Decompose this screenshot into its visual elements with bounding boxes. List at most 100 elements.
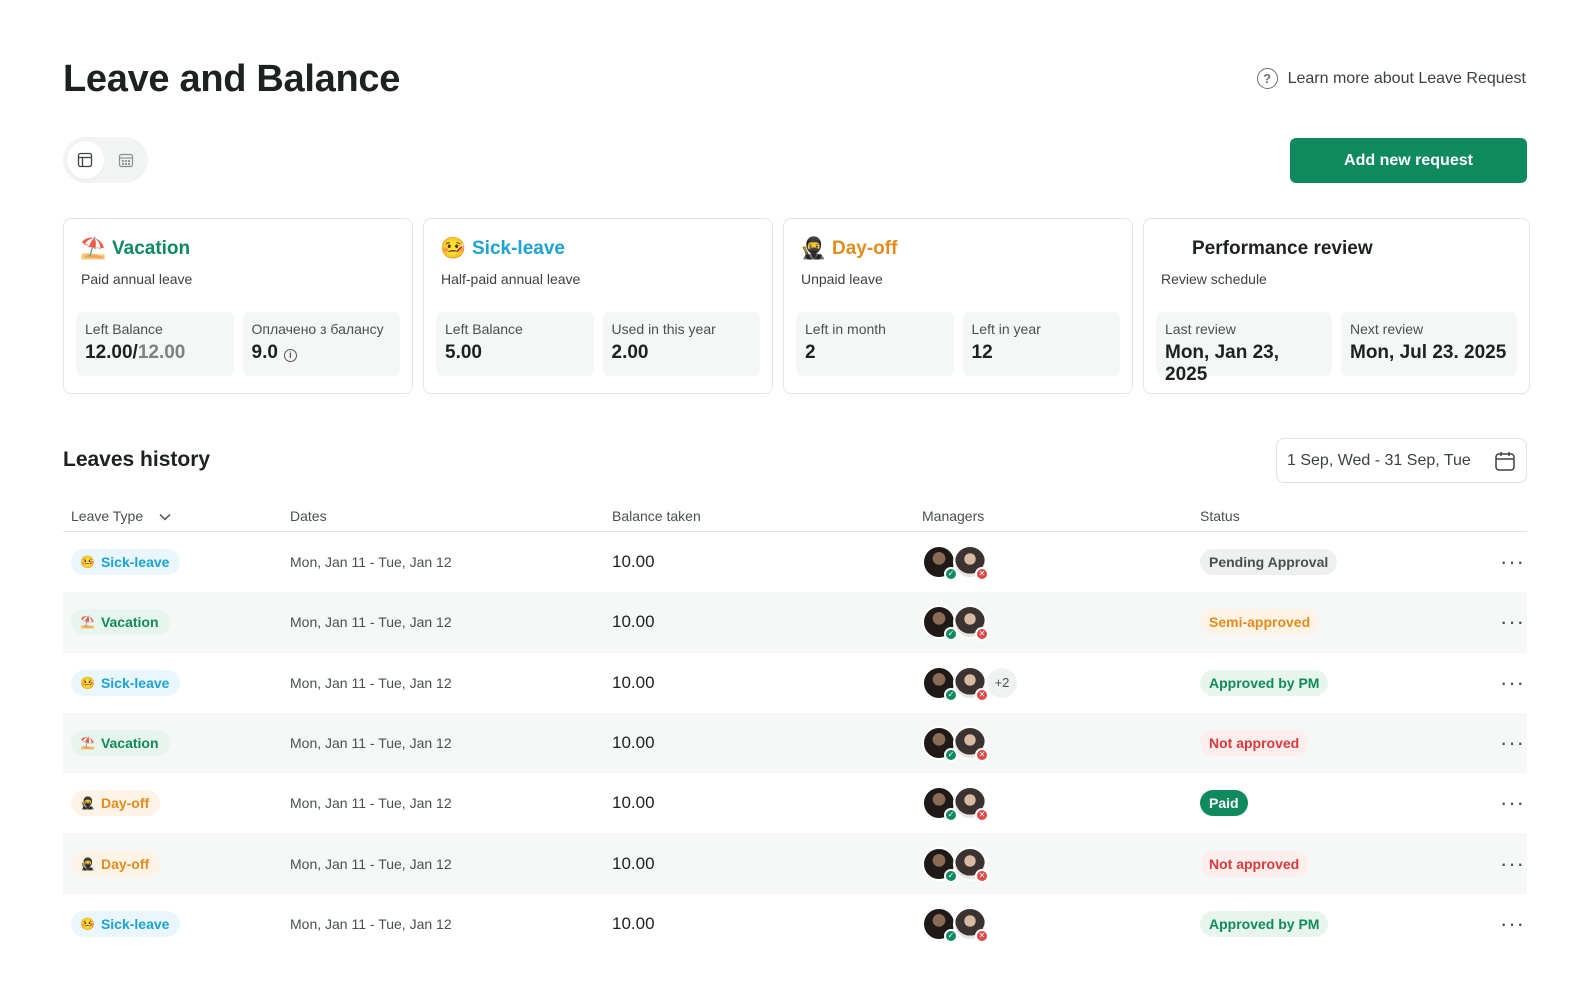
stat-label: Left in year	[971, 321, 1041, 337]
more-horizontal-icon[interactable]: ···	[1500, 792, 1525, 814]
date-range-picker[interactable]: 1 Sep, Wed - 31 Sep, Tue	[1276, 438, 1527, 483]
table-row[interactable]: 🥷 Day-off Mon, Jan 11 - Tue, Jan 12 10.00 ✓ ✕…	[63, 773, 1527, 833]
leave-type-label: Vacation	[100, 614, 159, 631]
column-status: Status	[1200, 507, 1240, 524]
more-horizontal-icon[interactable]: ···	[1500, 611, 1525, 633]
manager-avatars[interactable]: ✓ ✕ +2	[922, 665, 1200, 702]
row-actions: ···	[1487, 551, 1527, 573]
more-managers-count[interactable]: +2	[985, 665, 1019, 700]
leave-type-label: Day-off	[100, 855, 150, 872]
stat-paid-from-balance: Оплачено з балансу 9.0 i	[242, 312, 400, 376]
leave-type-cell: 🥷 Day-off	[63, 850, 290, 877]
stat-value: 12	[971, 342, 993, 363]
dates-cell: Mon, Jan 11 - Tue, Jan 12	[290, 855, 452, 872]
row-actions: ···	[1487, 732, 1527, 754]
table-row[interactable]: 🤒 Sick-leave Mon, Jan 11 - Tue, Jan 12 10.0…	[63, 894, 1527, 954]
stat-left-in-year: Left in year 12	[962, 312, 1120, 376]
ninja-icon: 🥷	[800, 237, 827, 260]
status-badge: Paid	[1200, 790, 1248, 817]
leave-type-cell: 🤒 Sick-leave	[63, 669, 290, 696]
day-off-card[interactable]: 🥷 Day-off Unpaid leave Left in month 2 L…	[783, 218, 1133, 394]
info-icon[interactable]: i	[283, 348, 297, 362]
leave-cards: ⛱️ Vacation Paid annual leave Left Balan…	[63, 218, 1530, 394]
stat-value: 5.00	[445, 342, 482, 363]
row-actions: ···	[1487, 611, 1527, 633]
more-horizontal-icon[interactable]: ···	[1500, 912, 1525, 934]
avatar: ✓	[922, 786, 958, 823]
close-icon: ✕	[975, 567, 989, 582]
managers-cell: ✓ ✕	[922, 545, 1200, 582]
manager-avatars[interactable]: ✓ ✕	[922, 906, 1200, 943]
card-stats: Last review Mon, Jan 23, 2025 Next revie…	[1156, 312, 1517, 385]
card-title: Performance review	[1156, 235, 1517, 263]
beach-umbrella-icon: ⛱️	[80, 736, 95, 751]
manager-avatars[interactable]: ✓ ✕	[922, 726, 1200, 763]
chevron-down-icon	[159, 513, 171, 521]
table-row[interactable]: 🤒 Sick-leave Mon, Jan 11 - Tue, Jan 12 10.0…	[63, 653, 1527, 713]
close-icon: ✕	[975, 627, 989, 642]
more-horizontal-icon[interactable]: ···	[1500, 732, 1525, 754]
vacation-card[interactable]: ⛱️ Vacation Paid annual leave Left Balan…	[63, 218, 413, 394]
stat-label: Next review	[1350, 321, 1424, 337]
manager-avatars[interactable]: ✓ ✕	[922, 545, 1200, 582]
beach-umbrella-icon: ⛱️	[80, 615, 95, 630]
card-title: 🤒 Sick-leave	[436, 235, 760, 263]
table-view-button[interactable]	[67, 141, 104, 179]
leave-type-label: Sick-leave	[100, 554, 170, 571]
learn-more-link[interactable]: ? Learn more about Leave Request	[1256, 68, 1526, 89]
close-icon: ✕	[975, 928, 989, 943]
status-cell: Semi-approved	[1200, 609, 1487, 636]
stat-left-balance: Left Balance 5.00	[436, 312, 594, 376]
balance-cell: 10.00	[612, 913, 655, 933]
manager-avatars[interactable]: ✓ ✕	[922, 846, 1200, 883]
table-row[interactable]: 🤒 Sick-leave Mon, Jan 11 - Tue, Jan 12 10.0…	[63, 532, 1527, 592]
dates-cell: Mon, Jan 11 - Tue, Jan 12	[290, 795, 452, 812]
managers-cell: ✓ ✕	[922, 786, 1200, 823]
table-row[interactable]: 🥷 Day-off Mon, Jan 11 - Tue, Jan 12 10.00 ✓ ✕…	[63, 833, 1527, 894]
card-subtitle: Review schedule	[1161, 271, 1267, 287]
table-body: 🤒 Sick-leave Mon, Jan 11 - Tue, Jan 12 10.0…	[63, 532, 1527, 954]
beach-umbrella-icon: ⛱️	[80, 237, 107, 260]
card-title-label: Performance review	[1192, 238, 1373, 259]
row-actions: ···	[1487, 792, 1527, 814]
row-actions: ···	[1487, 671, 1527, 693]
sick-leave-card[interactable]: 🤒 Sick-leave Half-paid annual leave Left…	[423, 218, 773, 394]
stat-label: Оплачено з балансу	[251, 321, 384, 337]
table-row[interactable]: ⛱️ Vacation Mon, Jan 11 - Tue, Jan 12 10.00…	[63, 592, 1527, 653]
leave-type-label: Vacation	[100, 735, 159, 752]
row-actions: ···	[1487, 852, 1527, 874]
add-new-request-button[interactable]: Add new request	[1290, 138, 1527, 183]
avatar: ✕	[953, 906, 989, 943]
table-row[interactable]: ⛱️ Vacation Mon, Jan 11 - Tue, Jan 12 10.00…	[63, 712, 1527, 774]
status-cell: Not approved	[1200, 850, 1487, 877]
manager-avatars[interactable]: ✓ ✕	[922, 605, 1200, 642]
leave-type-cell: 🤒 Sick-leave	[63, 910, 290, 937]
balance-cell: 10.00	[612, 672, 655, 692]
performance-review-card[interactable]: Performance review Review schedule Last …	[1143, 218, 1530, 394]
avatar: ✓	[922, 665, 958, 702]
leave-type-badge: ⛱️ Vacation	[71, 730, 170, 757]
leave-type-badge: 🤒 Sick-leave	[71, 549, 181, 576]
leaves-history-title: Leaves history	[63, 448, 211, 471]
card-title-label: Sick-leave	[472, 238, 565, 259]
calendar-view-button[interactable]	[108, 141, 145, 179]
more-horizontal-icon[interactable]: ···	[1500, 551, 1525, 573]
stat-value: Mon, Jul 23. 2025	[1350, 342, 1507, 363]
column-leave-type[interactable]: Leave Type	[63, 508, 290, 524]
card-subtitle: Half-paid annual leave	[441, 271, 581, 287]
status-badge: Not approved	[1200, 850, 1309, 877]
table-header: Leave Type Dates Balance taken Managers …	[63, 500, 1527, 532]
managers-cell: ✓ ✕	[922, 726, 1200, 763]
question-circle-icon: ?	[1256, 68, 1278, 89]
leaves-history-table: Leave Type Dates Balance taken Managers …	[63, 500, 1527, 954]
managers-cell: ✓ ✕	[922, 605, 1200, 642]
avatar: ✕	[953, 665, 989, 702]
more-horizontal-icon[interactable]: ···	[1500, 852, 1525, 874]
thermometer-face-icon: 🤒	[80, 916, 95, 931]
dates-cell: Mon, Jan 11 - Tue, Jan 12	[290, 614, 452, 631]
manager-avatars[interactable]: ✓ ✕	[922, 786, 1200, 823]
more-horizontal-icon[interactable]: ···	[1500, 671, 1525, 693]
leave-type-cell: 🤒 Sick-leave	[63, 549, 290, 576]
balance-cell: 10.00	[612, 612, 655, 632]
balance-cell: 10.00	[612, 552, 655, 572]
